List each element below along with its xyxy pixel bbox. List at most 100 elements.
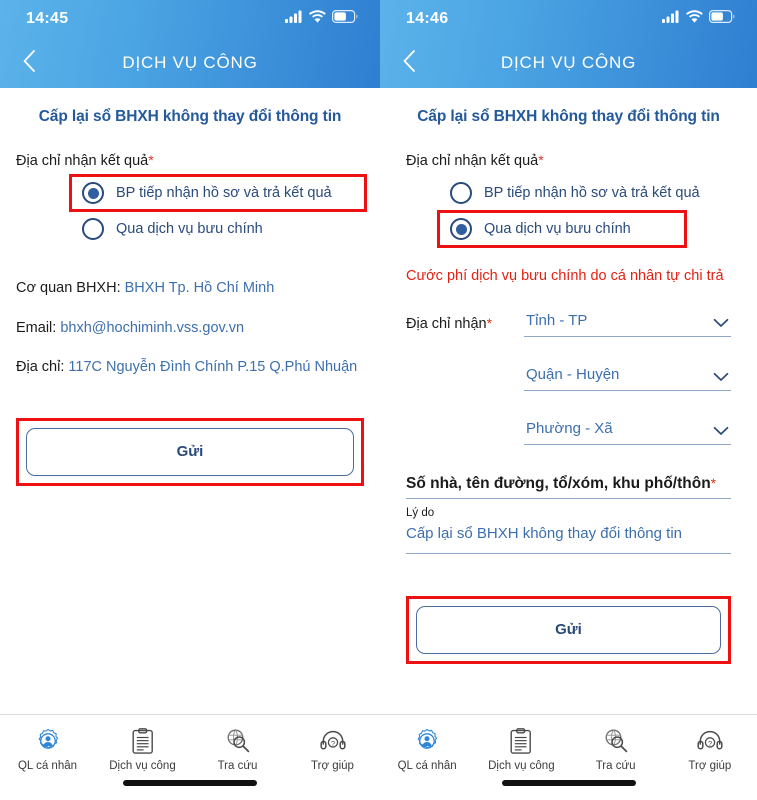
globe-magnifier-icon (603, 727, 629, 755)
headset-help-icon: ? (319, 727, 346, 755)
receive-address-block: Địa chỉ nhận* Tỉnh - TP Quận - Huyện Phư… (406, 309, 731, 445)
submit-highlight-box-left: Gửi (16, 417, 364, 486)
radio-indicator-selected[interactable] (82, 182, 104, 204)
submit-button[interactable]: Gửi (416, 605, 721, 654)
tab-tro-giup[interactable]: ? Trợ giúp (285, 727, 380, 772)
receive-address-label-text: Địa chỉ nhận (406, 315, 487, 332)
location-selects: Tỉnh - TP Quận - Huyện Phường - Xã (524, 309, 731, 445)
info-email-value: bhxh@hochiminh.vss.gov.vn (60, 319, 245, 336)
info-address-key: Địa chỉ: (16, 359, 65, 376)
status-clock: 14:46 (406, 10, 449, 27)
tab-label: Tra cứu (595, 760, 636, 772)
tab-ql-ca-nhan[interactable]: QL cá nhân (0, 727, 95, 772)
clipboard-document-icon (131, 727, 155, 755)
tab-dich-vu-cong[interactable]: Dịch vụ công (474, 727, 568, 772)
signal-bars-icon (662, 10, 680, 28)
nav-title: DỊCH VỤ CÔNG (122, 53, 258, 72)
headset-help-icon: ? (697, 727, 723, 755)
svg-text:?: ? (708, 739, 712, 748)
person-gear-icon (414, 727, 440, 755)
person-gear-icon (35, 727, 61, 755)
radio-option-bp-tiep-nhan[interactable]: BP tiếp nhận hồ sơ và trả kết quả (440, 177, 731, 209)
content-right: Cấp lại sổ BHXH không thay đổi thông tin… (380, 108, 757, 664)
bottom-tabbar-left: QL cá nhân Dịch vụ công Tra cứu ? Trợ gi… (0, 714, 380, 800)
battery-icon (332, 10, 358, 28)
header-bar-right: 14:46 DỊCH VỤ CÔNG (380, 0, 757, 88)
tab-tra-cuu[interactable]: Tra cứu (190, 727, 285, 772)
select-ward[interactable]: Phường - Xã (524, 417, 731, 445)
radio-label: BP tiếp nhận hồ sơ và trả kết quả (484, 185, 700, 201)
receive-address-label: Địa chỉ nhận* (406, 309, 524, 332)
back-button[interactable] (16, 48, 42, 78)
info-email-key: Email: (16, 319, 57, 336)
submit-button[interactable]: Gửi (26, 427, 354, 476)
page-title: Cấp lại sổ BHXH không thay đổi thông tin (417, 108, 720, 125)
info-address: Địa chỉ: 117C Nguyễn Đình Chính P.15 Q.P… (16, 358, 364, 378)
postal-fee-warning: Cước phí dịch vụ bưu chính do cá nhân tự… (406, 268, 724, 284)
tab-label: Trợ giúp (311, 760, 354, 772)
back-button[interactable] (396, 48, 422, 78)
info-agency: Cơ quan BHXH: BHXH Tp. Hồ Chí Minh (16, 279, 364, 299)
screens-container: 14:45 DỊCH VỤ CÔNG Cấp lại sổ BHXH không… (0, 0, 757, 800)
radio-label: BP tiếp nhận hồ sơ và trả kết quả (116, 185, 332, 201)
wifi-icon (309, 10, 326, 28)
radio-indicator-selected[interactable] (450, 218, 472, 240)
svg-text:?: ? (330, 739, 334, 748)
tab-ql-ca-nhan[interactable]: QL cá nhân (380, 727, 474, 772)
address-result-label: Địa chỉ nhận kết quả* (16, 152, 364, 169)
radio-label: Qua dịch vụ bưu chính (116, 221, 263, 237)
radio-indicator-unselected[interactable] (450, 182, 472, 204)
required-asterisk: * (486, 314, 493, 331)
select-province[interactable]: Tỉnh - TP (524, 309, 731, 337)
radio-option-buu-chinh[interactable]: Qua dịch vụ bưu chính (72, 213, 364, 245)
tab-label: Trợ giúp (688, 760, 732, 772)
info-email: Email: bhxh@hochiminh.vss.gov.vn (16, 319, 364, 339)
select-province-value: Tỉnh - TP (526, 311, 588, 329)
tab-label: QL cá nhân (397, 760, 457, 772)
required-asterisk: * (710, 474, 717, 491)
radio-option-buu-chinh[interactable]: Qua dịch vụ bưu chính (437, 210, 687, 248)
tab-tro-giup[interactable]: ? Trợ giúp (663, 727, 757, 772)
tab-label: Dịch vụ công (109, 760, 176, 772)
select-ward-value: Phường - Xã (526, 419, 613, 437)
chevron-down-icon (713, 315, 729, 327)
select-district[interactable]: Quận - Huyện (524, 363, 731, 391)
tab-tra-cuu[interactable]: Tra cứu (569, 727, 663, 772)
street-address-input[interactable]: Số nhà, tên đường, tổ/xóm, khu phố/thôn* (406, 475, 731, 499)
radio-option-bp-tiep-nhan[interactable]: BP tiếp nhận hồ sơ và trả kết quả (69, 174, 367, 212)
status-bar-left: 14:45 (0, 0, 380, 38)
signal-bars-icon (285, 10, 303, 28)
radio-group-left: BP tiếp nhận hồ sơ và trả kết quả Qua dị… (16, 174, 367, 245)
radio-label: Qua dịch vụ bưu chính (484, 221, 631, 237)
status-icons (662, 10, 735, 28)
address-result-label: Địa chỉ nhận kết quả* (406, 152, 731, 169)
info-agency-key: Cơ quan BHXH: (16, 280, 121, 296)
reason-value: Cấp lại sổ BHXH không thay đổi thông tin (406, 524, 682, 542)
radio-indicator-unselected[interactable] (82, 218, 104, 240)
globe-magnifier-icon (225, 727, 251, 755)
chevron-down-icon (713, 369, 729, 381)
wifi-icon (686, 10, 703, 28)
status-icons (285, 10, 358, 28)
submit-highlight-box-right: Gửi (406, 595, 731, 664)
nav-bar-right: DỊCH VỤ CÔNG (380, 38, 757, 88)
page-title: Cấp lại sổ BHXH không thay đổi thông tin (38, 108, 342, 125)
content-left: Cấp lại sổ BHXH không thay đổi thông tin… (0, 108, 380, 486)
battery-icon (709, 10, 735, 28)
tab-dich-vu-cong[interactable]: Dịch vụ công (95, 727, 190, 772)
street-address-placeholder: Số nhà, tên đường, tổ/xóm, khu phố/thôn (406, 474, 711, 492)
radio-group-right: BP tiếp nhận hồ sơ và trả kết quả Qua dị… (406, 177, 731, 248)
status-bar-right: 14:46 (380, 0, 757, 38)
home-indicator (123, 780, 257, 786)
nav-bar-left: DỊCH VỤ CÔNG (0, 38, 380, 88)
status-clock: 14:45 (26, 10, 69, 27)
required-asterisk: * (538, 152, 544, 168)
phone-screen-right: 14:46 DỊCH VỤ CÔNG Cấp lại sổ BHXH không… (380, 0, 757, 800)
tab-label: Dịch vụ công (488, 760, 555, 772)
home-indicator (501, 780, 636, 786)
bottom-tabbar-right: QL cá nhân Dịch vụ công Tra cứu ? Trợ gi… (380, 714, 757, 800)
header-bar-left: 14:45 DỊCH VỤ CÔNG (0, 0, 380, 88)
chevron-down-icon (713, 423, 729, 435)
address-result-label-text: Địa chỉ nhận kết quả (16, 153, 149, 169)
reason-input[interactable]: Cấp lại sổ BHXH không thay đổi thông tin (406, 525, 731, 554)
